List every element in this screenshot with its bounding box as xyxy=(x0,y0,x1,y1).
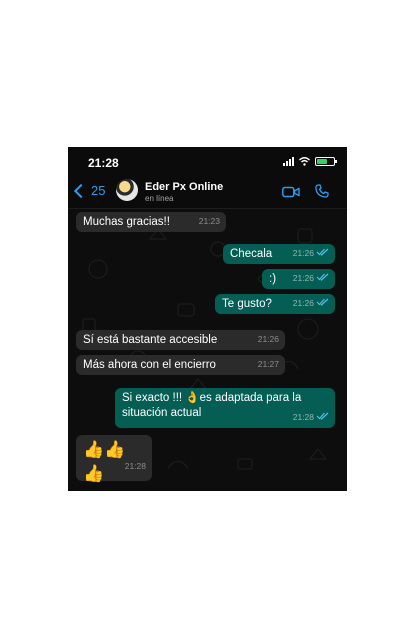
contact-status: en línea xyxy=(145,194,174,203)
message-meta: 21:28 xyxy=(293,410,329,425)
video-call-icon[interactable] xyxy=(282,186,300,198)
message-text: Te gusto? xyxy=(222,298,272,310)
avatar[interactable] xyxy=(116,179,138,201)
message-text: 👍👍👍 xyxy=(83,440,126,483)
phone-screen: 21:28 25 Eder Px Online en línea Muchas … xyxy=(68,147,347,491)
message-meta: 21:26 xyxy=(293,296,329,311)
message-time: 21:26 xyxy=(257,334,279,344)
incoming-message-bubble[interactable]: Muchas gracias!! 21:23 xyxy=(76,212,226,232)
message-time: 21:27 xyxy=(257,359,279,369)
message-time: 21:28 xyxy=(124,461,146,471)
message-time: 21:26 xyxy=(292,273,314,283)
status-bar: 21:28 xyxy=(68,147,347,173)
message-meta: 21:26 xyxy=(293,246,329,261)
back-button[interactable]: 25 xyxy=(73,183,106,198)
message-time: 21:26 xyxy=(292,248,314,258)
message-meta: 21:26 xyxy=(293,271,329,286)
status-icons xyxy=(283,157,337,166)
message-time: 21:23 xyxy=(198,216,220,226)
message-text: :) xyxy=(269,273,277,285)
chat-area[interactable]: Muchas gracias!! 21:23 Checala 21:26:) 21:26… xyxy=(68,209,347,491)
read-receipt-icon xyxy=(316,296,329,311)
chevron-left-icon xyxy=(73,183,89,198)
signal-icon xyxy=(283,157,294,166)
message-meta: 21:27 xyxy=(258,357,279,372)
message-text: Más ahora con el encierro xyxy=(83,359,216,371)
message-text: Sí está bastante accesible xyxy=(83,334,218,346)
message-time: 21:28 xyxy=(292,412,314,422)
message-time: 21:26 xyxy=(292,298,314,308)
outgoing-message-bubble[interactable]: Si exacto !!! 👌es adaptada para la situa… xyxy=(115,388,335,428)
wifi-icon xyxy=(299,157,310,166)
message-text: Checala xyxy=(230,248,273,260)
battery-icon xyxy=(315,157,337,166)
incoming-message-bubble[interactable]: Más ahora con el encierro 21:27 xyxy=(76,355,285,375)
read-receipt-icon xyxy=(316,271,329,286)
outgoing-message-bubble[interactable]: :) 21:26 xyxy=(262,269,335,289)
read-receipt-icon xyxy=(316,410,329,425)
message-text: Muchas gracias!! xyxy=(83,216,170,228)
clock: 21:28 xyxy=(88,156,119,170)
incoming-message-bubble[interactable]: Sí está bastante accesible 21:26 xyxy=(76,330,285,350)
message-meta: 21:26 xyxy=(258,332,279,347)
back-count: 25 xyxy=(91,183,106,198)
outgoing-message-bubble[interactable]: Checala 21:26 xyxy=(223,244,335,264)
outgoing-message-bubble[interactable]: Te gusto? 21:26 xyxy=(215,294,335,314)
message-meta: 21:28 xyxy=(125,454,146,478)
contact-name[interactable]: Eder Px Online xyxy=(145,181,223,193)
phone-call-icon[interactable] xyxy=(315,184,329,198)
chat-header: 25 Eder Px Online en línea xyxy=(68,173,347,209)
message-meta: 21:23 xyxy=(199,214,220,229)
read-receipt-icon xyxy=(316,246,329,261)
incoming-message-bubble[interactable]: 👍👍👍 21:28 xyxy=(76,435,152,483)
